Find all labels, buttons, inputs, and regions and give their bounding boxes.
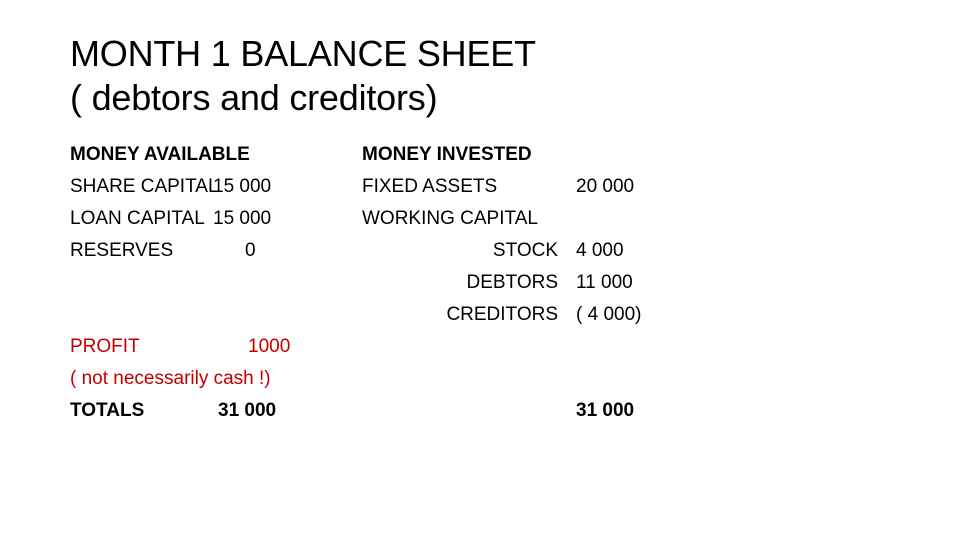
right-row-label-creditors: CREDITORS (446, 304, 558, 325)
totals-value-left: 31 000 (218, 400, 277, 421)
left-column-heading: MONEY AVAILABLE (70, 144, 250, 165)
working-capital-heading: WORKING CAPITAL (362, 208, 538, 229)
left-row-label-loan-capital: LOAN CAPITAL (70, 208, 205, 229)
totals-value-right: 31 000 (576, 400, 635, 421)
right-row-value-stock: 4 000 (576, 240, 624, 261)
totals-label: TOTALS (70, 400, 145, 421)
left-row-label-share-capital: SHARE CAPITAL (70, 176, 219, 197)
profit-value: 1000 (248, 336, 291, 357)
left-row-label-reserves: RESERVES (70, 240, 174, 261)
right-row-value-debtors: 11 000 (576, 272, 633, 293)
right-column-heading: MONEY INVESTED (362, 144, 532, 165)
right-row-label-debtors: DEBTORS (466, 272, 558, 293)
right-row-label-fixed-assets: FIXED ASSETS (362, 176, 498, 197)
right-row-label-stock: STOCK (492, 240, 558, 261)
left-row-value-loan-capital: 15 000 (213, 208, 272, 229)
profit-note: ( not necessarily cash !) (70, 368, 271, 389)
profit-label: PROFIT (70, 336, 140, 357)
left-row-value-reserves: 0 (245, 240, 256, 261)
left-row-value-share-capital: 15 000 (213, 176, 272, 197)
balance-sheet-body: MONEY AVAILABLE SHARE CAPITAL 15 000 LOA… (0, 0, 960, 540)
right-row-value-creditors: ( 4 000) (576, 304, 642, 325)
right-row-value-fixed-assets: 20 000 (576, 176, 635, 197)
slide-canvas: MONTH 1 BALANCE SHEET ( debtors and cred… (0, 0, 960, 540)
